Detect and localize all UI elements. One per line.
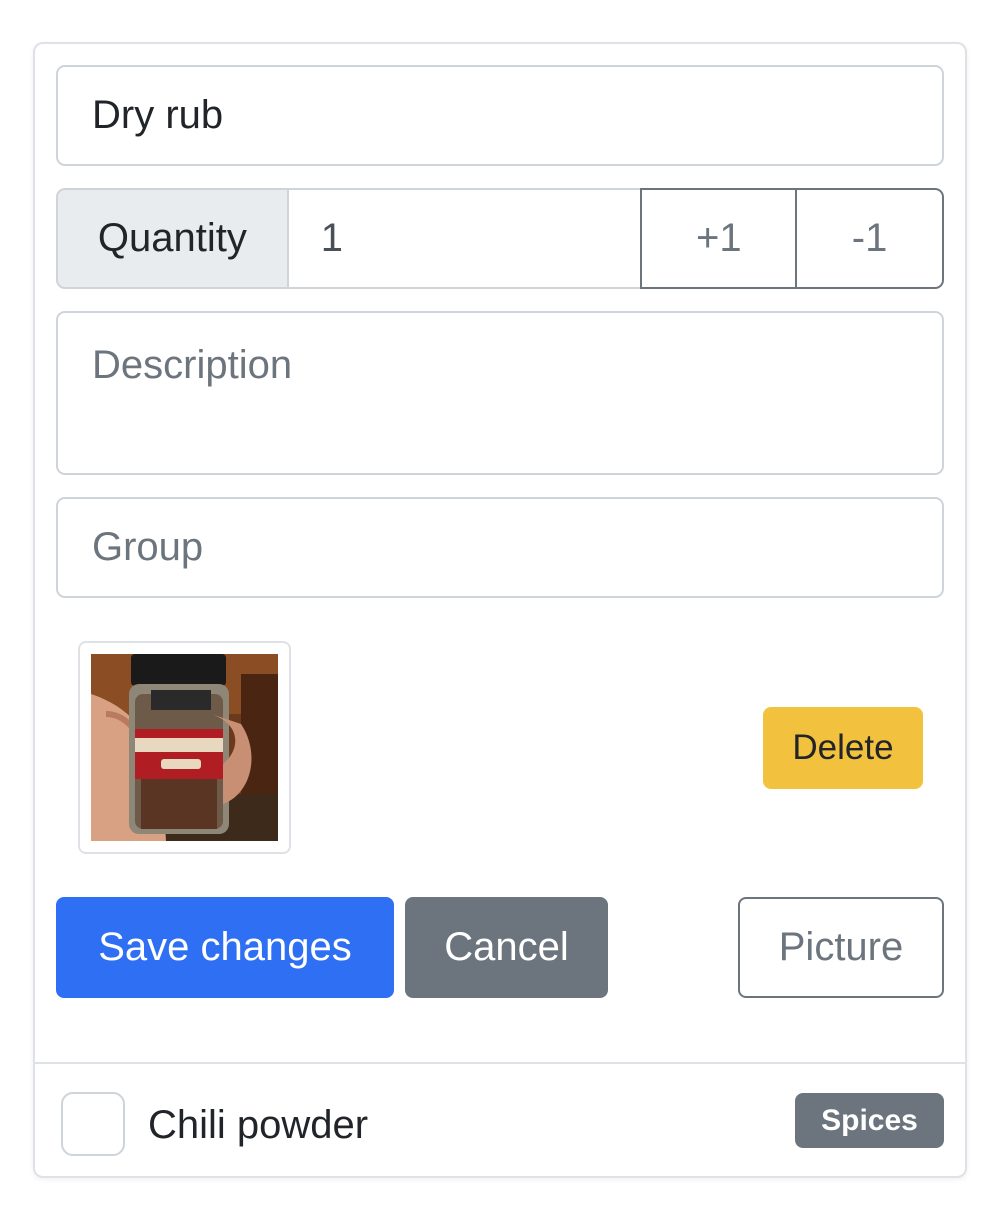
decrement-button[interactable]: -1	[796, 188, 944, 289]
list-item-label: Chili powder	[148, 1103, 369, 1147]
picture-button[interactable]: Picture	[738, 897, 944, 998]
name-input-value: Dry rub	[92, 93, 224, 137]
delete-photo-button[interactable]: Delete	[763, 707, 923, 789]
name-input[interactable]: Dry rub	[56, 65, 944, 166]
spice-jar-photo	[91, 654, 278, 841]
description-placeholder: Description	[92, 343, 293, 387]
description-textarea[interactable]: Description	[56, 311, 944, 475]
group-placeholder: Group	[92, 525, 204, 569]
item-photo-thumbnail[interactable]	[78, 641, 291, 854]
increment-button[interactable]: +1	[640, 188, 797, 289]
quantity-stepper: Quantity 1 +1 -1	[56, 188, 944, 289]
save-button[interactable]: Save changes	[56, 897, 394, 998]
divider	[35, 1062, 965, 1064]
quantity-label: Quantity	[56, 188, 289, 289]
quantity-input[interactable]: 1	[288, 188, 641, 289]
quantity-value: 1	[320, 216, 343, 260]
cancel-button[interactable]: Cancel	[405, 897, 608, 998]
group-badge: Spices	[795, 1093, 944, 1148]
group-input[interactable]: Group	[56, 497, 944, 598]
item-checkbox[interactable]	[61, 1092, 125, 1156]
